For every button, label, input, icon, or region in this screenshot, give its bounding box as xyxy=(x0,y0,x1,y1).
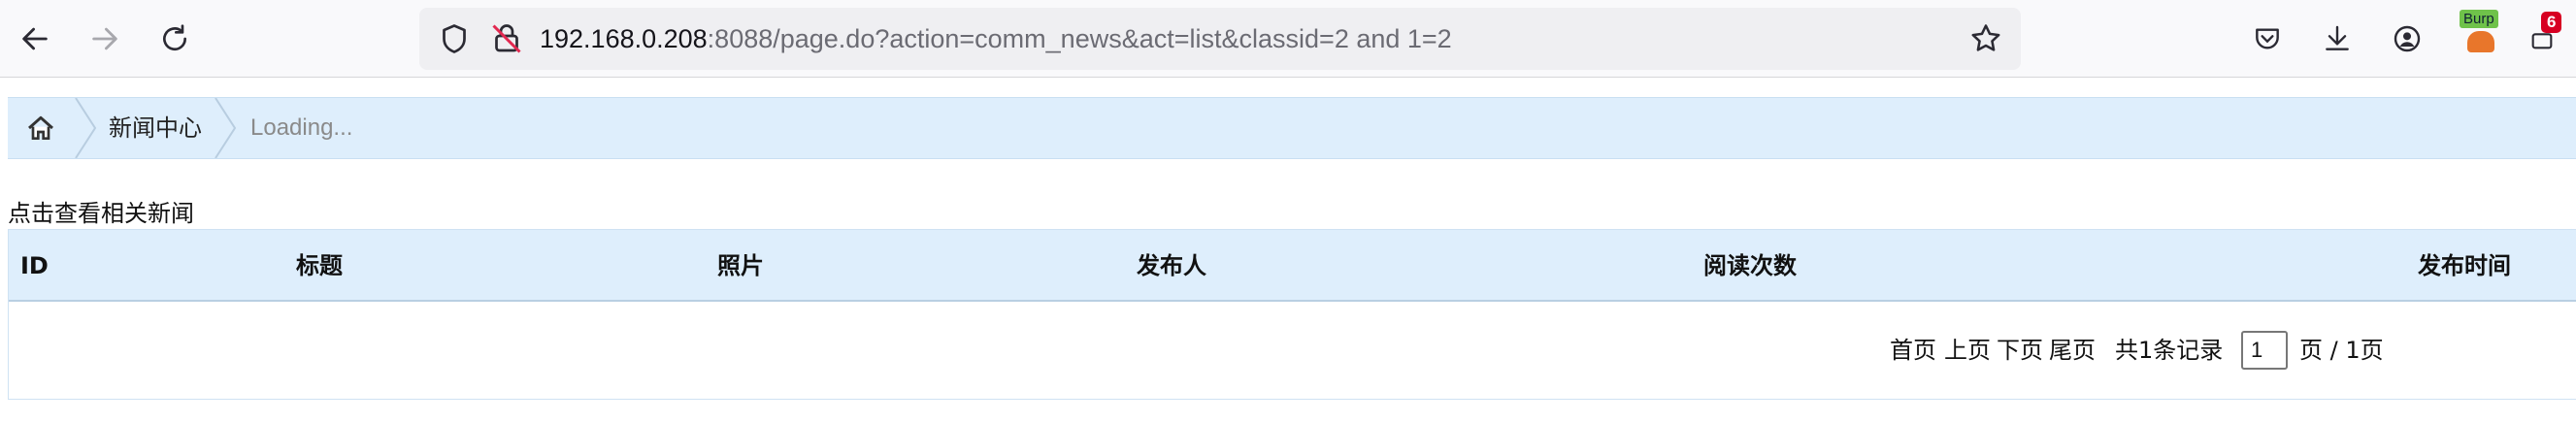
prev-page-link[interactable]: 上页 xyxy=(1944,302,1991,399)
back-icon[interactable] xyxy=(10,14,60,64)
lock-icon[interactable] xyxy=(489,21,524,56)
breadcrumb-item-news-center[interactable]: 新闻中心 xyxy=(109,98,202,158)
download-icon[interactable] xyxy=(2312,14,2362,64)
address-bar[interactable]: 192.168.0.208:8088/page.do?action=comm_n… xyxy=(419,8,2021,70)
url-text[interactable]: 192.168.0.208:8088/page.do?action=comm_n… xyxy=(540,8,1452,70)
total-records: 共1条记录 xyxy=(2115,337,2224,364)
page-count: 页 / 1页 xyxy=(2299,337,2384,364)
column-header-id: ID xyxy=(20,252,49,279)
reload-icon[interactable] xyxy=(149,14,200,64)
burp-logo xyxy=(2467,31,2494,52)
column-header-read-count: 阅读次数 xyxy=(1703,252,1797,279)
column-header-publisher: 发布人 xyxy=(1137,252,1206,279)
news-table: ID 标题 照片 发布人 阅读次数 发布时间 首页 上页 下页 尾页 共1条记录… xyxy=(8,229,2576,400)
shield-icon[interactable] xyxy=(437,21,472,56)
url-host: 192.168.0.208 xyxy=(540,24,708,53)
column-header-publish-time: 发布时间 xyxy=(2418,252,2511,279)
breadcrumb: 新闻中心 Loading... xyxy=(8,97,2576,159)
home-icon[interactable] xyxy=(8,98,74,158)
browser-toolbar: 192.168.0.208:8088/page.do?action=comm_n… xyxy=(0,0,2576,78)
breadcrumb-item-loading: Loading... xyxy=(250,114,353,141)
forward-icon[interactable] xyxy=(80,14,130,64)
column-header-title: 标题 xyxy=(296,252,343,279)
breadcrumb-separator xyxy=(215,98,237,158)
next-page-link[interactable]: 下页 xyxy=(1997,302,2043,399)
burp-extension-icon[interactable]: Burp xyxy=(2460,10,2500,54)
account-icon[interactable] xyxy=(2382,14,2432,64)
url-path: :8088/page.do?action=comm_news&act=list&… xyxy=(707,24,1452,53)
notification-badge: 6 xyxy=(2541,12,2562,33)
pagination: 首页 上页 下页 尾页 共1条记录 页 / 1页 xyxy=(9,302,2576,399)
star-icon[interactable] xyxy=(1968,21,2003,56)
last-page-link[interactable]: 尾页 xyxy=(2049,302,2096,399)
pocket-icon[interactable] xyxy=(2242,14,2293,64)
page-hint: 点击查看相关新闻 xyxy=(8,200,194,227)
page-number-input[interactable] xyxy=(2241,331,2288,370)
burp-label: Burp xyxy=(2460,10,2498,28)
breadcrumb-separator xyxy=(75,98,97,158)
first-page-link[interactable]: 首页 xyxy=(1890,302,1936,399)
table-header: ID 标题 照片 发布人 阅读次数 发布时间 xyxy=(9,230,2576,302)
column-header-photo: 照片 xyxy=(717,252,764,279)
